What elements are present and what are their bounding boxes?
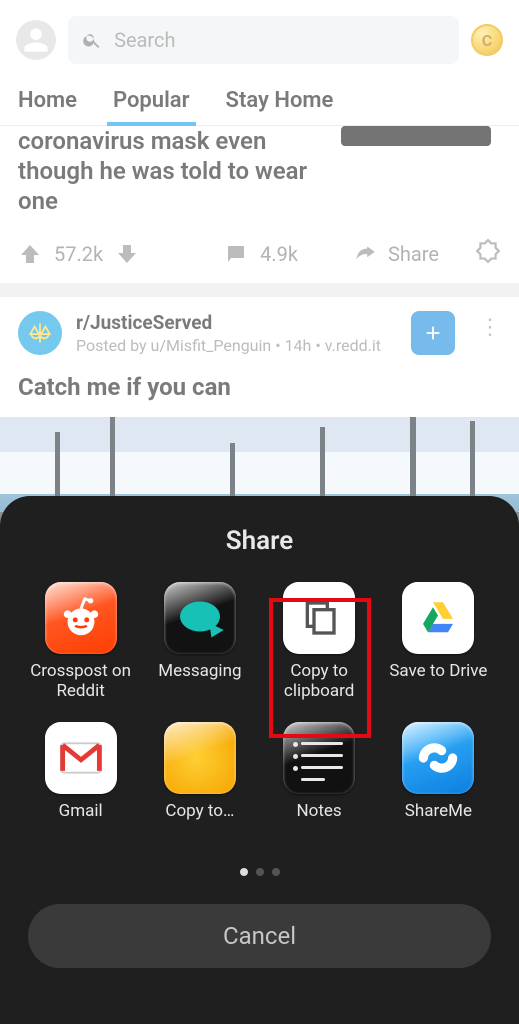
share-grid: Crosspost on Reddit Messaging Copy to cl…	[28, 582, 491, 842]
scales-icon	[27, 320, 53, 346]
search-input[interactable]	[114, 28, 445, 52]
share-option-copy-to[interactable]: Copy to…	[147, 722, 252, 842]
page-dot-1	[240, 868, 248, 876]
share-label-copy-to: Copy to…	[165, 802, 234, 842]
cancel-label: Cancel	[223, 922, 296, 950]
share-option-notes[interactable]: Notes	[267, 722, 372, 842]
share-option-messaging[interactable]: Messaging	[147, 582, 252, 702]
post-title-2: Catch me if you can	[18, 373, 501, 401]
messaging-icon	[164, 582, 236, 654]
share-label: Share	[388, 242, 439, 266]
feed[interactable]: coronavirus mask even though he was told…	[0, 126, 519, 557]
upvote-count: 57.2k	[54, 242, 103, 266]
share-icon	[352, 241, 378, 267]
share-sheet: Share Crosspost on Reddit Messaging Copy…	[0, 496, 519, 1024]
share-label-gmail: Gmail	[59, 802, 103, 842]
coins-button[interactable]: C	[471, 24, 503, 56]
share-label-copy: Copy to clipboard	[267, 662, 372, 702]
shareme-icon	[402, 722, 474, 794]
share-label-messaging: Messaging	[158, 662, 241, 702]
share-option-drive[interactable]: Save to Drive	[386, 582, 491, 702]
share-label-crosspost: Crosspost on Reddit	[28, 662, 133, 702]
tab-popular[interactable]: Popular	[113, 74, 190, 125]
share-label-notes: Notes	[297, 802, 342, 842]
upvote-icon[interactable]	[18, 242, 42, 266]
clipboard-icon	[283, 582, 355, 654]
comment-count: 4.9k	[260, 242, 298, 266]
notes-icon	[283, 722, 355, 794]
vote-group: 57.2k	[18, 242, 139, 266]
share-option-crosspost[interactable]: Crosspost on Reddit	[28, 582, 133, 702]
coin-letter: C	[482, 31, 492, 50]
share-button[interactable]: Share	[352, 241, 439, 267]
award-icon	[475, 238, 501, 264]
downvote-icon[interactable]	[115, 242, 139, 266]
plus-icon	[422, 322, 444, 344]
share-sheet-title: Share	[28, 526, 491, 556]
post-byline: Posted by u/Misfit_Penguin • 14h • v.red…	[76, 336, 397, 355]
cancel-button[interactable]: Cancel	[28, 904, 491, 968]
page-dot-3	[272, 868, 280, 876]
subreddit-icon[interactable]	[18, 311, 62, 355]
post-thumbnail	[341, 126, 491, 146]
comments-button[interactable]: 4.9k	[224, 242, 298, 266]
share-label-drive: Save to Drive	[389, 662, 487, 702]
post-card-2[interactable]: r/JusticeServed Posted by u/Misfit_Pengu…	[0, 297, 519, 417]
app-root: C Home Popular Stay Home coronavirus mas…	[0, 0, 519, 1024]
profile-avatar[interactable]	[16, 20, 56, 60]
share-option-copy-clipboard[interactable]: Copy to clipboard	[267, 582, 372, 702]
tab-home[interactable]: Home	[18, 74, 77, 125]
subreddit-name[interactable]: r/JusticeServed	[76, 311, 397, 334]
header: C	[0, 0, 519, 74]
gmail-icon	[45, 722, 117, 794]
share-label-shareme: ShareMe	[405, 802, 472, 842]
page-dot-2	[256, 868, 264, 876]
post-header: r/JusticeServed Posted by u/Misfit_Pengu…	[18, 311, 501, 355]
copy-to-icon	[164, 722, 236, 794]
award-button[interactable]	[475, 238, 501, 269]
search-icon	[82, 29, 102, 51]
post-action-bar: 57.2k 4.9k Share	[18, 216, 501, 269]
tab-stay-home[interactable]: Stay Home	[226, 74, 334, 125]
reddit-icon	[45, 582, 117, 654]
feed-tabs: Home Popular Stay Home	[0, 74, 519, 126]
post-more-button[interactable]: ⋮	[479, 311, 501, 340]
join-button[interactable]	[411, 311, 455, 355]
feed-gap	[0, 283, 519, 297]
comment-icon	[224, 242, 248, 266]
search-box[interactable]	[68, 16, 459, 64]
share-option-gmail[interactable]: Gmail	[28, 722, 133, 842]
page-indicator	[28, 868, 491, 876]
share-option-shareme[interactable]: ShareMe	[386, 722, 491, 842]
drive-icon	[402, 582, 474, 654]
profile-icon	[22, 26, 50, 54]
post-card-1[interactable]: coronavirus mask even though he was told…	[0, 126, 519, 283]
